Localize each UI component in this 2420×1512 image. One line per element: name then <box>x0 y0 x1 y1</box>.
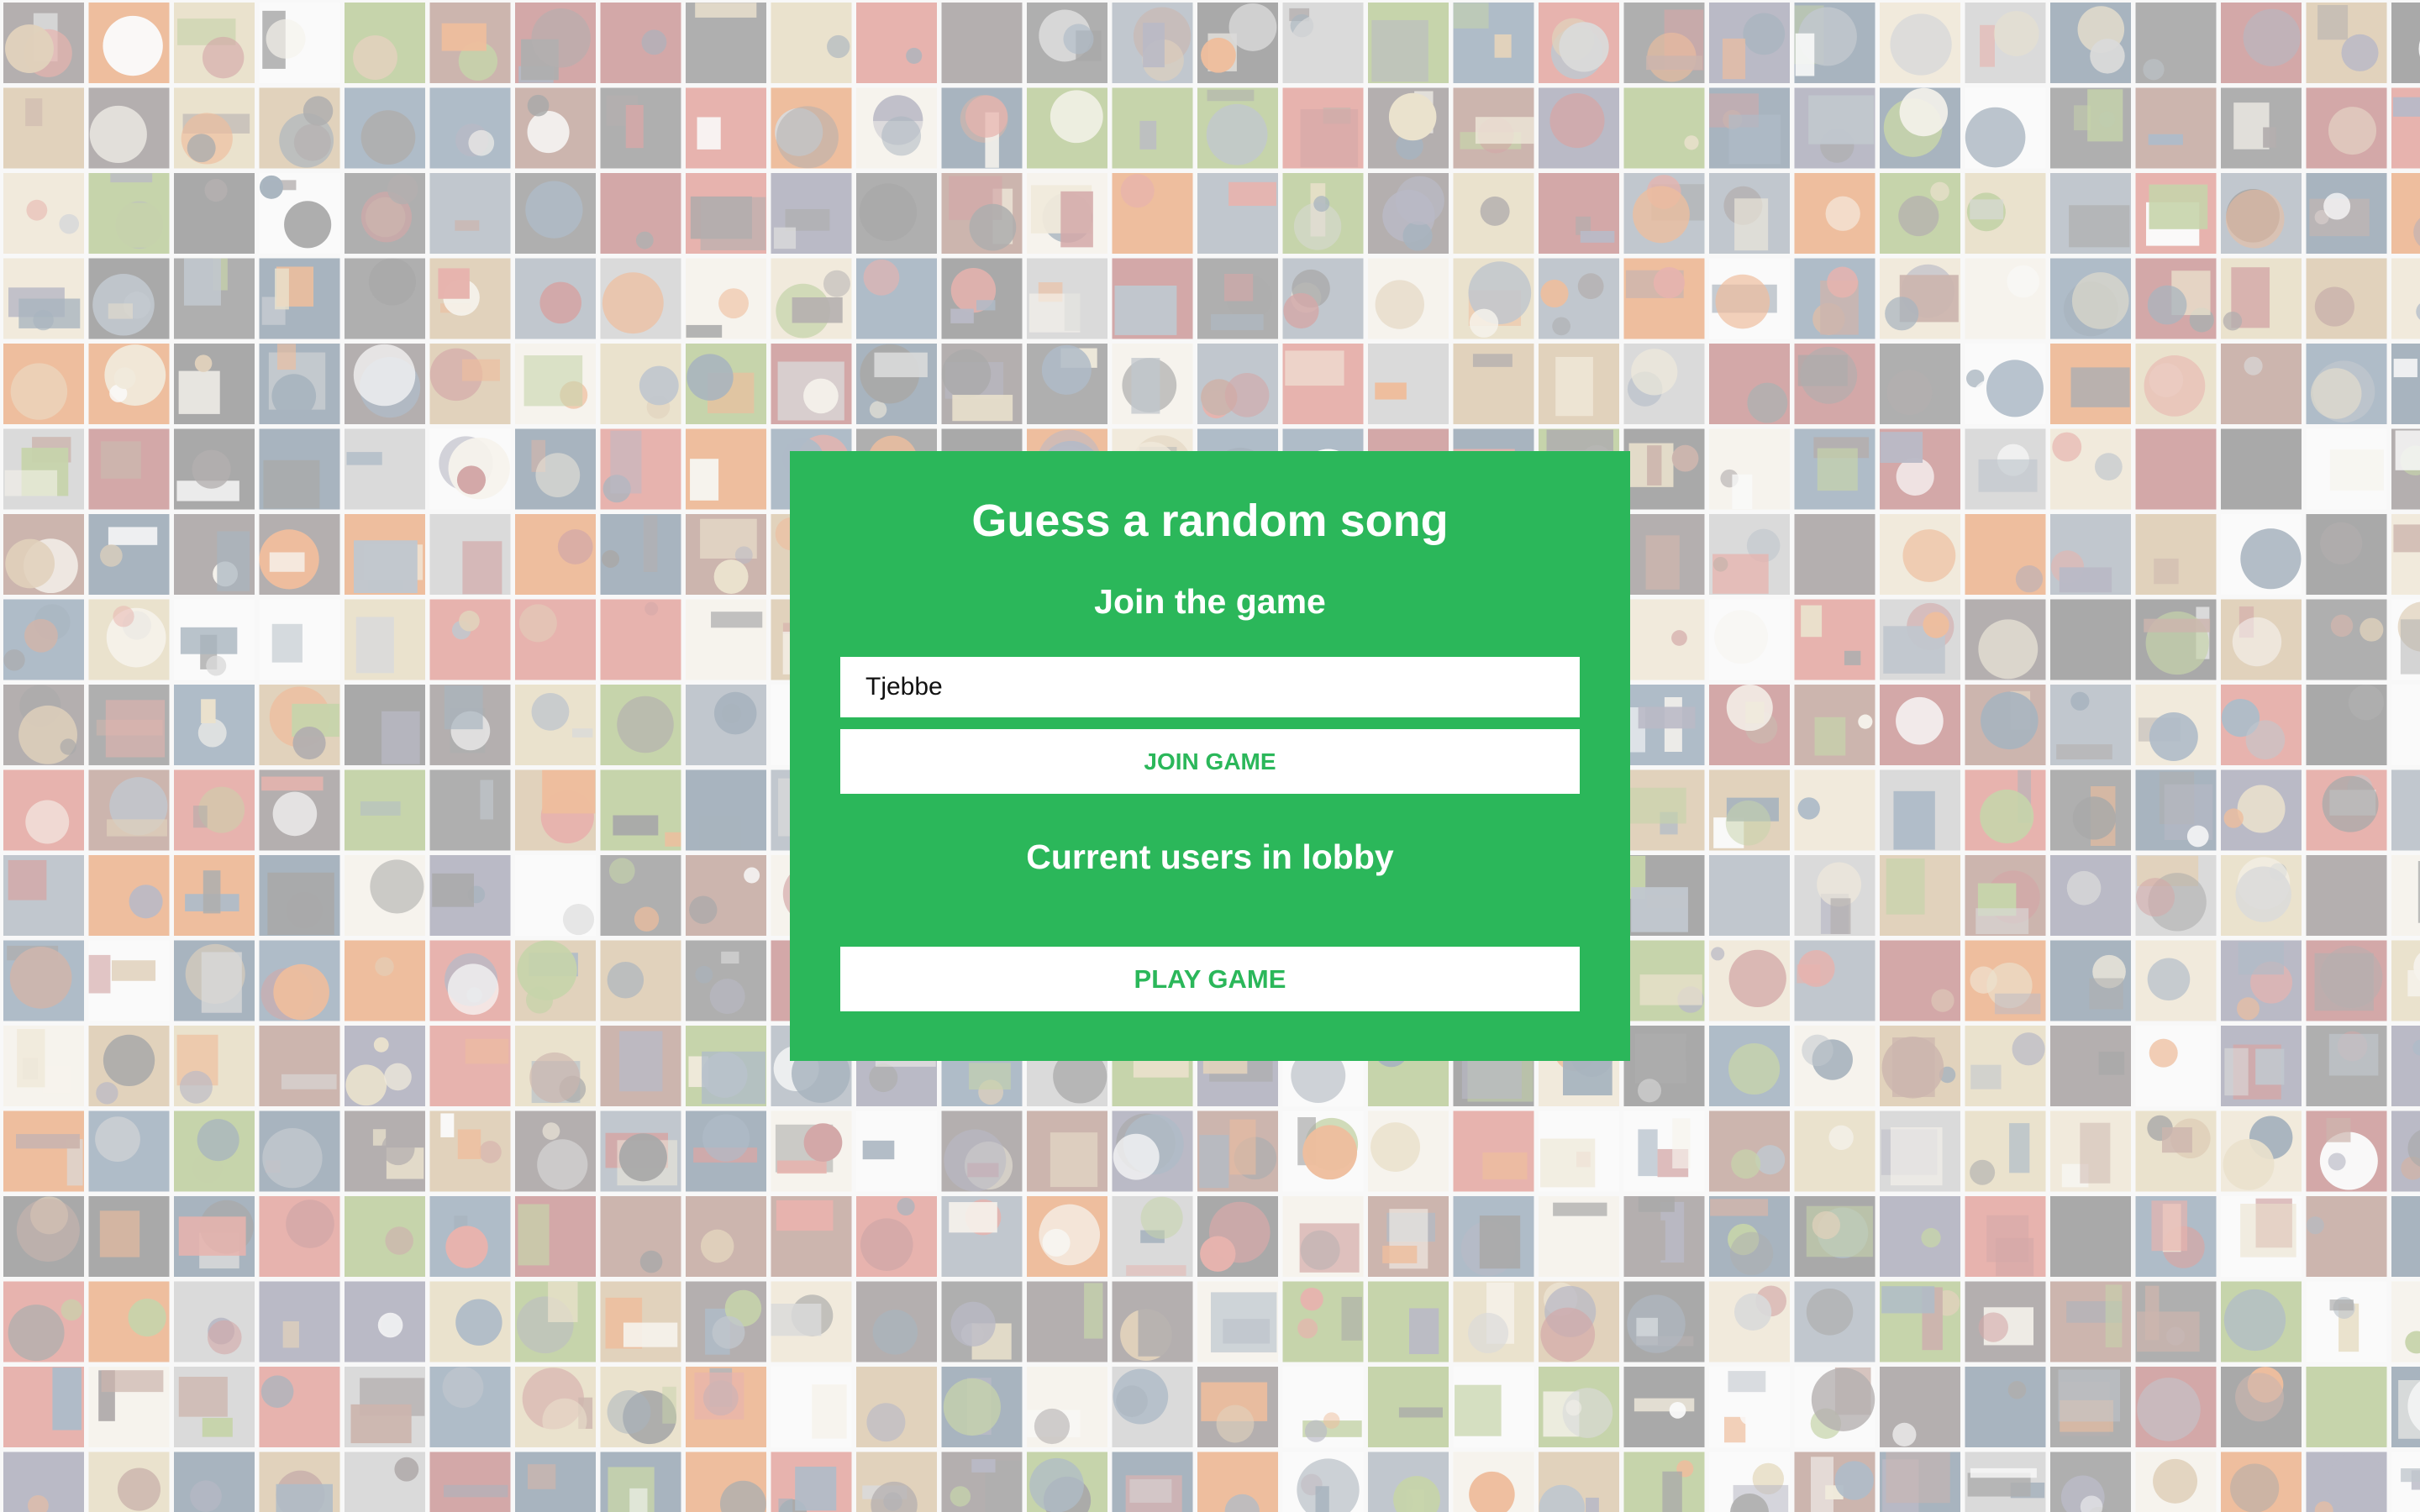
join-game-heading: Join the game <box>1094 582 1326 621</box>
page: Guess a random song Join the game JOIN G… <box>0 0 2420 1512</box>
lobby-users-heading: Current users in lobby <box>1026 837 1394 876</box>
page-title: Guess a random song <box>971 496 1449 546</box>
player-name-input[interactable] <box>840 657 1580 717</box>
lobby-users-list <box>840 888 1580 930</box>
game-lobby-card: Guess a random song Join the game JOIN G… <box>790 451 1630 1061</box>
play-game-button[interactable]: PLAY GAME <box>840 947 1580 1011</box>
join-game-button[interactable]: JOIN GAME <box>840 729 1580 794</box>
